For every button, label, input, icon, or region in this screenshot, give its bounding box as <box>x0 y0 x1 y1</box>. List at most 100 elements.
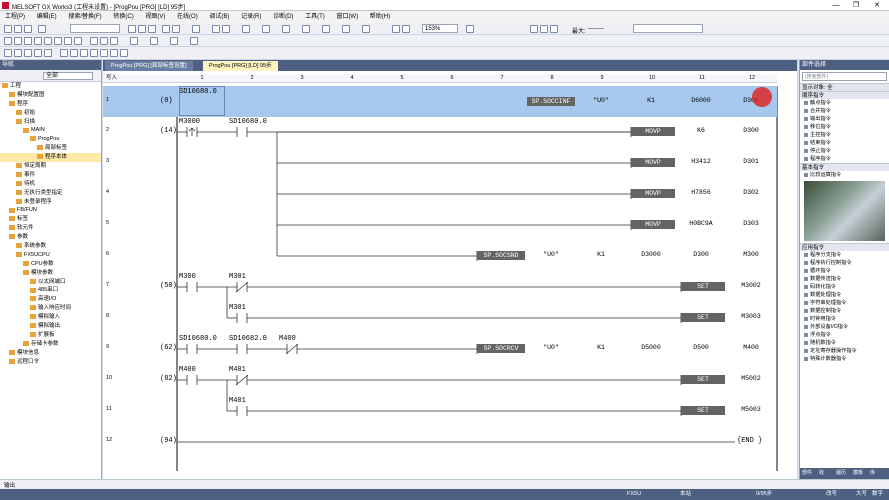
tree-item[interactable]: CPU参数 <box>0 260 101 269</box>
write-plc-icon[interactable] <box>212 25 220 33</box>
new-icon[interactable] <box>4 25 12 33</box>
save-icon[interactable] <box>24 25 32 33</box>
instruction-box[interactable]: SET <box>681 313 725 322</box>
instruction-icon[interactable] <box>54 37 62 45</box>
instruction-box[interactable]: SP.SOCSND <box>477 251 525 260</box>
parts-item[interactable]: 移位指令 <box>800 123 889 131</box>
coil-icon[interactable] <box>44 37 52 45</box>
tree-item[interactable]: 485串口 <box>0 286 101 295</box>
tool-h-icon[interactable] <box>80 49 88 57</box>
operand[interactable]: "U0" <box>527 251 575 258</box>
tree-item[interactable]: 软元件 <box>0 224 101 233</box>
operand[interactable]: D302 <box>727 189 775 196</box>
ladder-row[interactable] <box>103 178 777 209</box>
instruction-box[interactable]: SET <box>681 406 725 415</box>
parts-tab[interactable]: 收 <box>819 469 824 478</box>
tree-item[interactable]: ProgPou <box>0 135 101 144</box>
tree-item[interactable]: 工程 <box>0 82 101 91</box>
parts-item[interactable]: 外部设备I/O指令 <box>800 323 889 331</box>
convert-icon[interactable] <box>282 25 290 33</box>
open-icon[interactable] <box>14 25 22 33</box>
parts-tab[interactable]: 履历 <box>836 469 846 478</box>
operand[interactable]: D300 <box>727 127 775 134</box>
close-button[interactable]: ✕ <box>870 1 884 10</box>
run-icon[interactable] <box>530 25 538 33</box>
parts-item[interactable]: 时钟用指令 <box>800 315 889 323</box>
operand[interactable]: D5000 <box>627 344 675 351</box>
tree-item[interactable]: 参数 <box>0 233 101 242</box>
menu-convert[interactable]: 转换(C) <box>108 11 138 23</box>
zoom-out-icon[interactable] <box>402 25 410 33</box>
menu-edit[interactable]: 编辑(E) <box>32 11 62 23</box>
operand[interactable]: D301 <box>727 158 775 165</box>
zoom-in-icon[interactable] <box>392 25 400 33</box>
ladder-edit-icon[interactable] <box>190 37 198 45</box>
ladder-row[interactable] <box>103 147 777 178</box>
tree-item[interactable]: 模块信息 <box>0 349 101 358</box>
ladder-row[interactable] <box>103 209 777 240</box>
tree-item[interactable]: 程序 <box>0 100 101 109</box>
tree-item[interactable]: 未登录程序 <box>0 198 101 207</box>
parallel-nc-icon[interactable] <box>34 37 42 45</box>
operand[interactable]: D303 <box>727 220 775 227</box>
contact-label[interactable]: M301 <box>229 273 246 281</box>
contact-label[interactable]: SD10680.0 <box>179 335 217 343</box>
contact-label[interactable]: M301 <box>229 304 246 312</box>
contact-no-icon[interactable] <box>4 37 12 45</box>
menu-help[interactable]: 帮助(H) <box>365 11 395 23</box>
operand[interactable]: K6 <box>677 127 725 134</box>
menu-project[interactable]: 工程(P) <box>0 11 30 23</box>
tool-c-icon[interactable] <box>24 49 32 57</box>
comment-icon[interactable] <box>342 25 350 33</box>
instruction-box[interactable]: MOVP <box>631 189 675 198</box>
contact-label[interactable]: M400 <box>179 366 196 374</box>
parts-item[interactable]: 程序分支指令 <box>800 251 889 259</box>
end-instruction[interactable]: {END } <box>737 437 762 445</box>
tool-a-icon[interactable] <box>4 49 12 57</box>
operand[interactable]: K1 <box>577 344 625 351</box>
parts-item[interactable]: 合并指令 <box>800 107 889 115</box>
operand[interactable]: M5003 <box>727 406 775 413</box>
print-icon[interactable] <box>38 25 46 33</box>
tree-item[interactable]: 扫描 <box>0 118 101 127</box>
tree-item[interactable]: 待机 <box>0 180 101 189</box>
operand[interactable]: H3412 <box>677 158 725 165</box>
parts-item[interactable]: 主控指令 <box>800 131 889 139</box>
parts-tab[interactable]: 部件 <box>802 469 812 478</box>
menu-online[interactable]: 在线(O) <box>172 11 203 23</box>
contact-label[interactable]: M401 <box>229 366 246 374</box>
operand[interactable]: M400 <box>727 344 775 351</box>
read-plc-icon[interactable] <box>222 25 230 33</box>
instruction-box[interactable]: MOVP <box>631 158 675 167</box>
instruction-box[interactable]: MOVP <box>631 127 675 136</box>
tree-item[interactable]: 程序本体 <box>0 153 101 163</box>
tree-item[interactable]: 无执行类型指定 <box>0 189 101 198</box>
operand[interactable]: K1 <box>627 97 675 104</box>
operand[interactable]: H0BC9A <box>677 220 725 227</box>
device-icon[interactable] <box>262 25 270 33</box>
ladder-row[interactable] <box>103 271 777 302</box>
contact-label[interactable]: SD10682.0 <box>229 335 267 343</box>
parts-item[interactable]: 数据控制指令 <box>800 307 889 315</box>
contact-label[interactable]: M300 <box>179 273 196 281</box>
display-target-value[interactable]: 全 <box>827 85 833 91</box>
basic-section[interactable]: 基本指令 <box>800 163 889 171</box>
stop-icon[interactable] <box>540 25 548 33</box>
ladder-row[interactable] <box>103 116 777 147</box>
navigation-filter-select[interactable]: 全部 <box>43 72 93 80</box>
instruction-box[interactable]: SP.SOCCINF <box>527 97 575 106</box>
tree-item[interactable]: 模块参数 <box>0 269 101 278</box>
tool-d-icon[interactable] <box>34 49 42 57</box>
tree-item[interactable]: 扩展板 <box>0 331 101 340</box>
toolbar-dropdown[interactable] <box>70 24 120 33</box>
ladder-editor[interactable]: 写入 1 2 3 4 5 6 7 8 9 10 11 12 1 (0) 2 (14) 3 4 5 6 7 (50) 8 9(… <box>103 71 797 479</box>
copy-icon[interactable] <box>138 25 146 33</box>
parts-item[interactable]: 浮点指令 <box>800 331 889 339</box>
operand[interactable]: D300 <box>677 251 725 258</box>
contact-label[interactable]: M3000 <box>179 118 200 126</box>
station-select[interactable] <box>633 24 703 33</box>
instruction-box[interactable]: MOVP <box>631 220 675 229</box>
ladder-row[interactable] <box>103 240 777 271</box>
menu-diagnostics[interactable]: 诊断(D) <box>268 11 298 23</box>
paste-icon[interactable] <box>148 25 156 33</box>
